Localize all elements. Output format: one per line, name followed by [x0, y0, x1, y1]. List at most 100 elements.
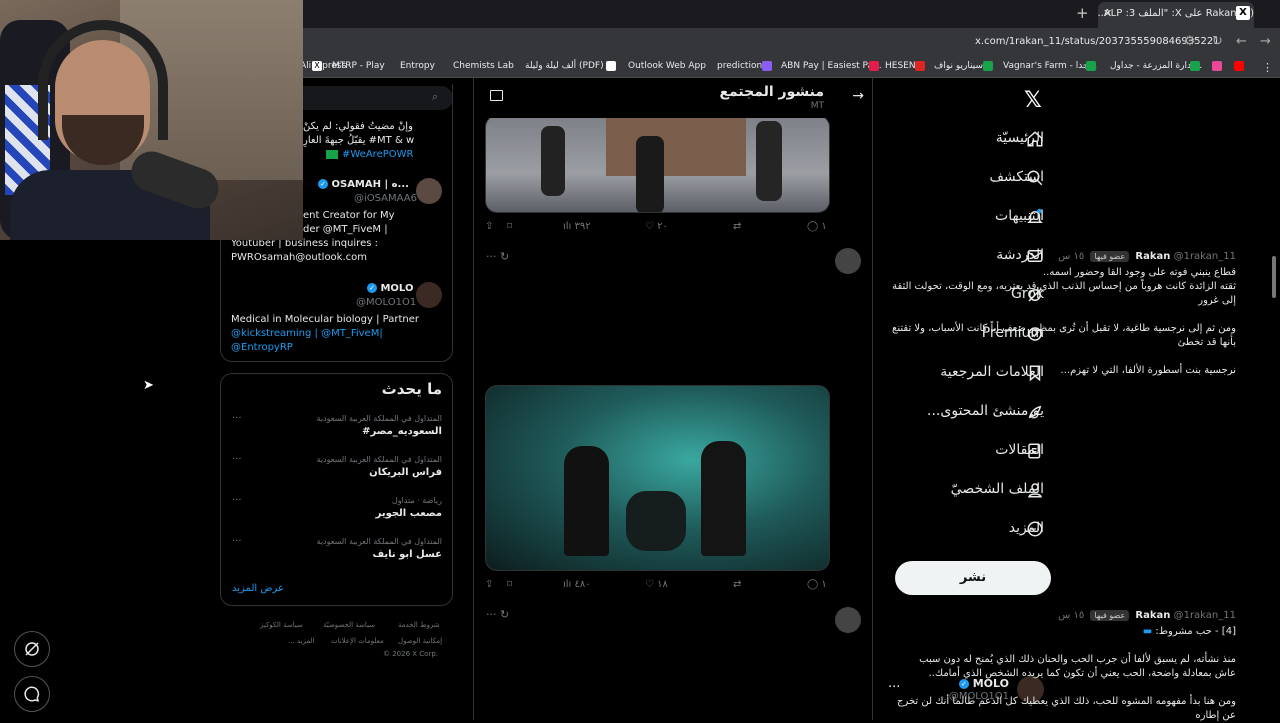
- x-logo-icon[interactable]: 𝕏: [1024, 88, 1042, 113]
- bookmarks-overflow-icon[interactable]: ⋮: [1262, 61, 1273, 74]
- media-figure: [626, 491, 686, 551]
- views-count[interactable]: ılı ٤٨٠: [563, 579, 591, 590]
- trend-name[interactable]: مصعب الجوير: [376, 508, 442, 519]
- trend-meta: المتداول في المملكة العربية السعودية: [316, 455, 442, 464]
- tweet-line: عاش بمعادلة واضحة، الحب يعني أن تكون كما…: [928, 668, 1236, 679]
- footer-link[interactable]: سياسة الخصوصيّة: [323, 621, 375, 629]
- likes-count[interactable]: ♡ ٢٠: [645, 221, 668, 232]
- tweet-author-handle[interactable]: @1rakan_11: [1174, 251, 1236, 262]
- url-field[interactable]: x.com/1rakan_11/status/20373555908469352…: [975, 36, 1220, 47]
- retweet-icon[interactable]: ⇄: [733, 579, 741, 590]
- views-icon: ılı: [563, 221, 572, 232]
- grok-icon: [25, 642, 39, 656]
- tweet-media-image[interactable]: [485, 385, 830, 571]
- share-icon[interactable]: ⇪: [485, 221, 493, 232]
- member-badge: عضو فيها: [1090, 610, 1130, 621]
- media-figure: [636, 136, 664, 212]
- bookmark-item[interactable]: HESEN: [885, 61, 916, 71]
- member-badge: عضو فيها: [1090, 251, 1130, 262]
- bookmark-item[interactable]: Entropy: [400, 61, 435, 71]
- trend-name[interactable]: فراس البريكان: [369, 467, 442, 478]
- bookmark-item[interactable]: إدارة المزرعة - جداول...: [1110, 61, 1202, 71]
- tweet-more-icon[interactable]: ··· ↻: [486, 250, 509, 263]
- tweet-author-name[interactable]: Rakan: [1135, 610, 1170, 621]
- footer-link[interactable]: إمكانية الوصول: [398, 637, 442, 645]
- tweet-line: [4] - حب مشروط: ▬: [1142, 626, 1236, 637]
- post-button[interactable]: نشر: [895, 561, 1051, 595]
- grok-fab-button[interactable]: [14, 631, 50, 667]
- trend-meta: المتداول في المملكة العربية السعودية: [316, 414, 442, 423]
- footer-link[interactable]: ... المزيد: [288, 637, 315, 645]
- footer-link[interactable]: معلومات الإعلانات: [331, 637, 384, 645]
- copyright: © 2026 X Corp.: [383, 650, 439, 658]
- likes-count[interactable]: ♡ ١٨: [645, 579, 668, 590]
- bookmark-icon[interactable]: ⌑: [507, 221, 512, 232]
- trend-more-icon[interactable]: ···: [232, 454, 242, 465]
- community-label[interactable]: MT: [811, 101, 824, 111]
- chat-fab-button[interactable]: [14, 676, 50, 712]
- tweet-avatar[interactable]: [835, 248, 861, 274]
- bookmark-item[interactable]: ألف ليلة وليلة (PDF): [525, 61, 604, 71]
- trends-title: ما يحدث: [381, 380, 442, 398]
- tweet-header: Rakan @1rakan_11 عضو فيها ١٥ س: [1058, 251, 1236, 262]
- bookmark-item[interactable]: MTRP - Play: [332, 61, 385, 71]
- trend-more-icon[interactable]: ···: [232, 495, 242, 506]
- tweet-line: ومن هنا بدأ مفهومه المشوه للحب، ذلك الذي…: [896, 696, 1236, 707]
- tweet-author-handle[interactable]: @1rakan_11: [1174, 610, 1236, 621]
- tweet-author-name[interactable]: Rakan: [1135, 251, 1170, 262]
- x-bookmark-icon: X: [312, 61, 322, 71]
- tweet-line: منذ نشأته، لم يسبق لألفا أن جرب الحب وال…: [919, 654, 1236, 665]
- column-divider: [473, 78, 474, 720]
- bookmark-item[interactable]: Outlook Web App: [628, 61, 706, 71]
- replies-count[interactable]: ◯ ١: [807, 221, 827, 232]
- bookmark-icon[interactable]: ⌑: [507, 579, 512, 590]
- tweet-time[interactable]: ١٥ س: [1058, 251, 1084, 262]
- views-icon: ılı: [563, 579, 572, 590]
- close-tab-icon[interactable]: ✕: [1103, 7, 1112, 20]
- site-settings-icon[interactable]: ⚙: [1184, 34, 1196, 49]
- page-scrollbar[interactable]: [1272, 256, 1276, 298]
- new-tab-icon[interactable]: +: [1076, 4, 1089, 22]
- tweet-line: إلى غرور: [1198, 295, 1236, 306]
- tweet-avatar[interactable]: [835, 607, 861, 633]
- bookmark-item[interactable]: ABN Pay | Easiest Pa...: [781, 61, 882, 71]
- bookmark-item[interactable]: Vagnar's Farm - جدا...: [1003, 61, 1097, 71]
- show-more-link[interactable]: عرض المزيد: [232, 583, 284, 594]
- retweet-icon[interactable]: ⇄: [733, 221, 741, 232]
- trend-name[interactable]: #السعوديه_مصر: [362, 426, 442, 437]
- trend-meta: المتداول في المملكة العربية السعودية: [316, 537, 442, 546]
- column-divider: [872, 78, 873, 720]
- tweet-more-icon[interactable]: ··· ↻: [486, 608, 509, 621]
- profile-icon: [1025, 480, 1045, 500]
- bookmark-favicon: [1212, 61, 1222, 71]
- home-icon: [1025, 129, 1045, 149]
- replies-count[interactable]: ◯ ١: [807, 579, 827, 590]
- trend-name[interactable]: عسل ابو نايف: [372, 549, 442, 560]
- browser-tab-active[interactable]: (3) Rakan على X: "الملف 3: ALP...: [1098, 2, 1254, 28]
- reload-icon[interactable]: ↻: [1212, 34, 1223, 49]
- bell-icon: [1025, 207, 1045, 227]
- bookmark-item[interactable]: Chemists Lab: [453, 61, 514, 71]
- youtube-bookmark-icon: [1234, 61, 1244, 71]
- back-arrow-icon[interactable]: →: [852, 88, 864, 104]
- tab-title: (3) Rakan على X: "الملف 3: ALP...: [1098, 8, 1254, 19]
- footer-link[interactable]: سياسة الكوكيز: [260, 621, 303, 629]
- reply-icon: ◯: [807, 579, 819, 590]
- back-icon[interactable]: ←: [1236, 34, 1247, 49]
- bookmark-item[interactable]: predictions: [717, 61, 767, 71]
- media-figure: [756, 121, 782, 201]
- footer-link[interactable]: شروط الخدمة: [398, 621, 440, 629]
- tweet-actions: ⇪ ⌑ ılı ٤٨٠ ♡ ١٨ ⇄ ◯ ١: [485, 579, 830, 595]
- share-icon[interactable]: ⇪: [485, 579, 493, 590]
- views-count[interactable]: ılı ٣٩٢: [563, 221, 591, 232]
- tweet-media-image[interactable]: [485, 115, 830, 213]
- sheets-bookmark-icon: [983, 61, 993, 71]
- bookmark-favicon: [869, 61, 879, 71]
- tweet-line: نرجسية بنت أسطورة الألفا، التي لا تهزم..…: [1060, 365, 1236, 376]
- trend-more-icon[interactable]: ···: [232, 536, 242, 547]
- bookmark-item[interactable]: سيناريو نواف: [934, 61, 983, 71]
- reader-icon[interactable]: [490, 90, 503, 101]
- forward-icon[interactable]: →: [1260, 34, 1271, 49]
- tweet-time[interactable]: ١٥ س: [1058, 610, 1084, 621]
- trend-more-icon[interactable]: ···: [232, 413, 242, 424]
